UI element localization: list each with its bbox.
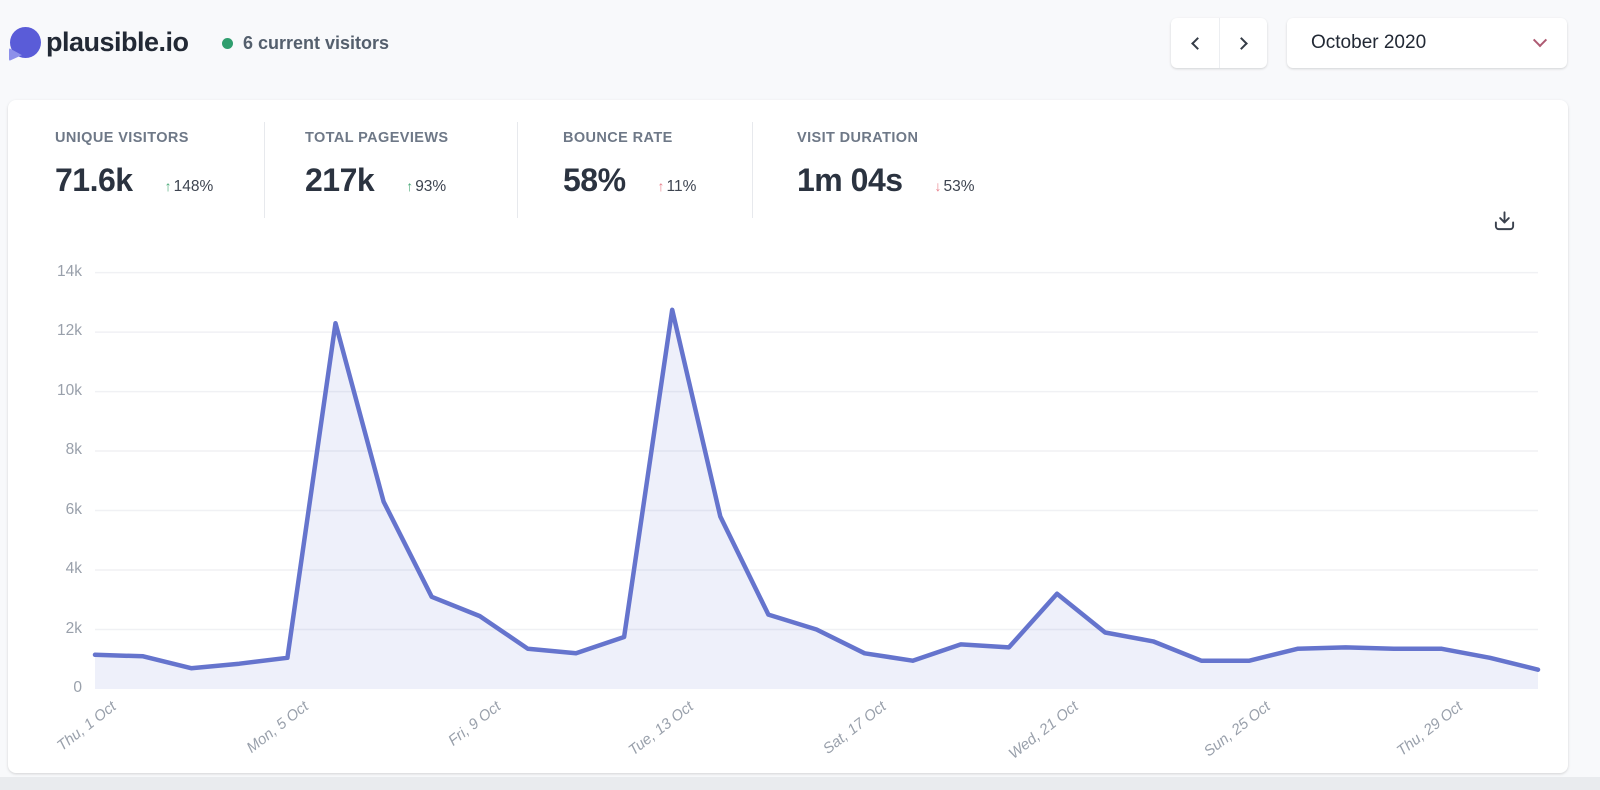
live-dot-icon	[222, 38, 233, 49]
x-tick-label: Mon, 5 Oct	[244, 698, 312, 757]
current-visitors-label: 6 current visitors	[243, 33, 389, 54]
y-tick-label: 2k	[8, 620, 82, 638]
x-tick-label: Thu, 1 Oct	[54, 698, 120, 755]
date-range-label: October 2020	[1311, 32, 1426, 54]
site-title[interactable]: plausible.io	[46, 27, 189, 58]
chart-canvas	[8, 100, 1568, 773]
y-tick-label: 4k	[8, 560, 82, 578]
x-tick-label: Tue, 13 Oct	[625, 698, 696, 759]
dashboard-card: UNIQUE VISITORS 71.6k ↑148% TOTAL PAGEVI…	[8, 100, 1568, 773]
x-tick-label: Thu, 29 Oct	[1394, 698, 1466, 760]
chevron-right-icon	[1235, 37, 1248, 50]
page-footer-strip	[0, 777, 1600, 790]
logo-tail	[9, 48, 22, 61]
y-tick-label: 10k	[8, 382, 82, 400]
x-tick-label: Sat, 17 Oct	[819, 698, 889, 758]
x-tick-label: Sun, 25 Oct	[1201, 698, 1274, 760]
chevron-down-icon	[1533, 33, 1547, 47]
visitors-chart[interactable]: 0 2k 4k 6k 8k 10k 12k 14k Thu, 1 Oct Mon, 5 Oct F…	[8, 100, 1568, 773]
date-range-dropdown[interactable]: October 2020	[1287, 18, 1567, 68]
y-tick-label: 14k	[8, 263, 82, 281]
y-tick-label: 0	[8, 679, 82, 697]
current-visitors[interactable]: 6 current visitors	[222, 33, 389, 54]
top-bar: plausible.io 6 current visitors October …	[0, 0, 1600, 90]
plausible-logo-icon	[10, 27, 41, 58]
x-tick-label: Fri, 9 Oct	[445, 698, 504, 749]
x-tick-label: Wed, 21 Oct	[1006, 698, 1082, 763]
chevron-left-icon	[1191, 37, 1204, 50]
y-tick-label: 12k	[8, 322, 82, 340]
period-nav-group	[1171, 18, 1267, 68]
prev-period-button[interactable]	[1171, 18, 1219, 68]
next-period-button[interactable]	[1219, 18, 1267, 68]
y-tick-label: 8k	[8, 441, 82, 459]
y-tick-label: 6k	[8, 501, 82, 519]
